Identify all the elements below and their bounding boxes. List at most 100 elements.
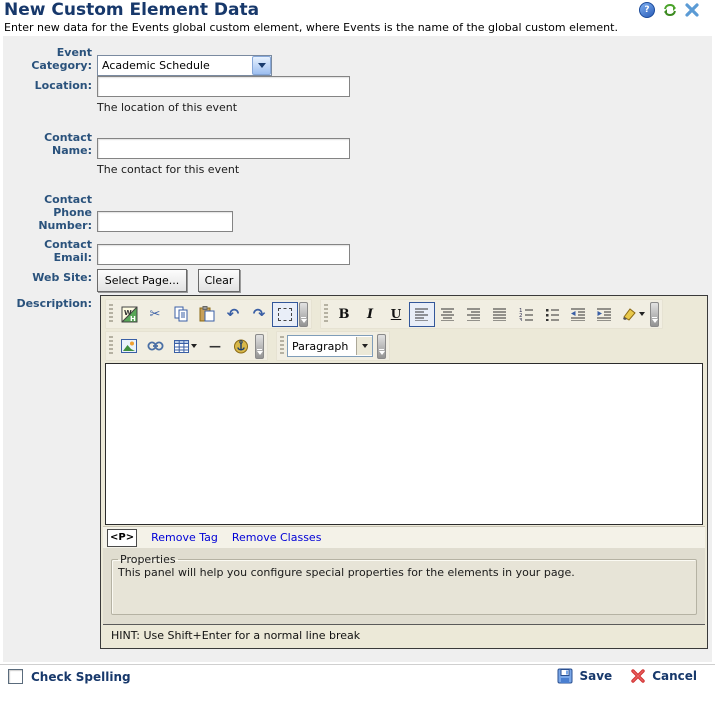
web-site-label: Web Site:	[4, 271, 92, 284]
editor-toolbar-row-1: W H ✂	[103, 298, 705, 330]
indent-button[interactable]	[591, 302, 617, 327]
highlight-icon	[622, 307, 637, 321]
check-spelling-label: Check Spelling	[31, 670, 131, 684]
contact-name-input[interactable]	[97, 138, 350, 159]
footer-divider	[0, 664, 715, 665]
clear-button[interactable]: Clear	[198, 269, 240, 292]
save-button[interactable]: Save	[551, 668, 618, 684]
cut-button[interactable]: ✂	[142, 302, 168, 327]
bullet-list-button[interactable]	[539, 302, 565, 327]
toolbar-insert-group: —	[105, 331, 268, 361]
svg-text:H: H	[130, 315, 136, 323]
close-icon[interactable]	[685, 3, 699, 17]
check-spelling-control[interactable]: Check Spelling	[8, 669, 131, 684]
cancel-icon	[630, 668, 646, 684]
insert-image-button[interactable]	[116, 334, 142, 359]
toolbar-style-group: Paragraph	[276, 331, 390, 361]
footer-actions: Save Cancel	[551, 668, 703, 684]
description-label: Description:	[4, 297, 92, 310]
toolbar-format-group: B I U	[320, 299, 663, 329]
tag-path-button[interactable]: <P>	[107, 529, 137, 547]
paste-button[interactable]	[194, 302, 220, 327]
underline-button[interactable]: U	[383, 302, 409, 327]
align-right-icon	[467, 308, 481, 321]
toolbar-drag-handle[interactable]	[280, 336, 284, 356]
toolbar-overflow-button[interactable]	[377, 334, 386, 359]
contact-phone-input[interactable]	[97, 211, 233, 232]
toolbar-drag-handle[interactable]	[109, 336, 113, 356]
location-label: Location:	[4, 79, 92, 92]
image-icon	[121, 339, 137, 353]
paragraph-style-combobox[interactable]: Paragraph	[287, 335, 373, 357]
redo-icon: ↷	[253, 305, 266, 323]
location-help-text: The location of this event	[97, 101, 237, 114]
bold-icon: B	[339, 307, 350, 322]
chevron-down-icon	[356, 337, 372, 355]
wysiwyg-html-toggle-button[interactable]: W H	[116, 302, 142, 327]
link-icon	[147, 340, 164, 352]
help-icon[interactable]: ?	[639, 2, 655, 18]
contact-email-input[interactable]	[97, 244, 350, 265]
bullet-list-icon	[545, 307, 560, 321]
wysiwyg-html-toggle-icon: W H	[121, 306, 138, 323]
cancel-button[interactable]: Cancel	[624, 668, 703, 684]
underline-icon: U	[391, 307, 401, 321]
undo-button[interactable]: ↶	[220, 302, 246, 327]
editor-toolbar-row-2: — Paragraph	[103, 330, 705, 362]
justify-button[interactable]	[487, 302, 513, 327]
location-input[interactable]	[97, 76, 350, 97]
properties-fieldset: Properties This panel will help you conf…	[111, 553, 697, 615]
redo-button[interactable]: ↷	[246, 302, 272, 327]
properties-text: This panel will help you configure speci…	[118, 566, 690, 579]
editor-hint-bar: HINT: Use Shift+Enter for a normal line …	[103, 624, 705, 646]
select-all-button[interactable]	[272, 302, 298, 327]
align-right-button[interactable]	[461, 302, 487, 327]
rich-text-editor: W H ✂	[100, 295, 708, 649]
styles-dropdown-button[interactable]	[617, 302, 649, 327]
anchor-button[interactable]	[228, 334, 254, 359]
event-category-label: Event Category:	[22, 46, 92, 72]
outdent-icon	[571, 308, 586, 321]
save-icon	[557, 668, 573, 684]
toolbar-overflow-button[interactable]	[299, 302, 308, 327]
copy-button[interactable]	[168, 302, 194, 327]
remove-classes-link[interactable]: Remove Classes	[232, 531, 322, 544]
toolbar-drag-handle[interactable]	[109, 304, 113, 324]
chevron-down-icon	[639, 312, 645, 316]
anchor-icon	[233, 339, 249, 354]
editor-content-area[interactable]	[105, 363, 703, 525]
insert-table-button[interactable]	[168, 334, 202, 359]
copy-icon	[173, 306, 189, 322]
ordered-list-button[interactable]: 123	[513, 302, 539, 327]
toolbar-overflow-button[interactable]	[255, 334, 264, 359]
horizontal-rule-button[interactable]: —	[202, 334, 228, 359]
hyperlink-button[interactable]	[142, 334, 168, 359]
editor-tag-bar: <P> Remove Tag Remove Classes	[103, 526, 705, 548]
select-all-icon	[278, 308, 292, 321]
check-spelling-checkbox[interactable]	[8, 669, 23, 684]
new-custom-element-data-window: New Custom Element Data Enter new data f…	[0, 0, 715, 701]
properties-panel: Properties This panel will help you conf…	[103, 548, 705, 624]
contact-name-help-text: The contact for this event	[97, 163, 239, 176]
horizontal-rule-icon: —	[209, 339, 221, 353]
cancel-label: Cancel	[652, 669, 697, 683]
remove-tag-link[interactable]: Remove Tag	[151, 531, 218, 544]
align-left-button[interactable]	[409, 302, 435, 327]
event-category-value: Academic Schedule	[98, 59, 252, 72]
refresh-icon[interactable]	[662, 3, 678, 17]
italic-icon: I	[367, 307, 373, 322]
toolbar-overflow-button[interactable]	[650, 302, 659, 327]
outdent-button[interactable]	[565, 302, 591, 327]
contact-email-label: Contact Email:	[22, 238, 92, 264]
ordered-list-icon: 123	[519, 307, 534, 321]
bold-button[interactable]: B	[331, 302, 357, 327]
align-center-icon	[441, 308, 455, 321]
toolbar-drag-handle[interactable]	[324, 304, 328, 324]
indent-icon	[597, 308, 612, 321]
italic-button[interactable]: I	[357, 302, 383, 327]
paragraph-style-value: Paragraph	[288, 340, 356, 353]
event-category-select[interactable]: Academic Schedule	[97, 55, 272, 76]
align-center-button[interactable]	[435, 302, 461, 327]
contact-name-label: Contact Name:	[22, 131, 92, 157]
select-page-button[interactable]: Select Page...	[97, 269, 187, 292]
